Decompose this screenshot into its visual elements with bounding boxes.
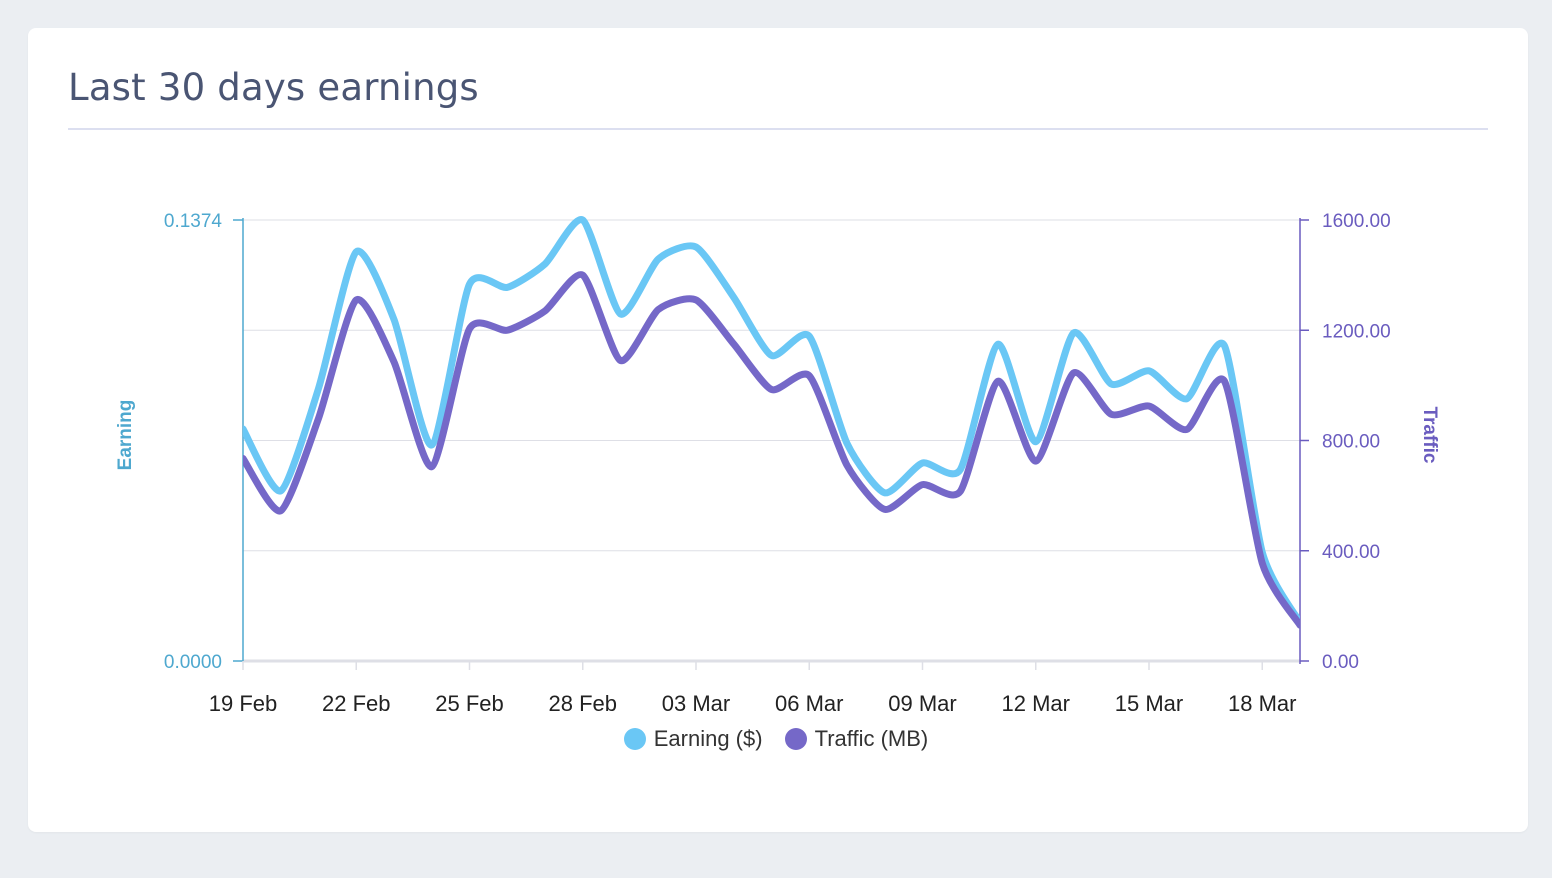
series-line-earning	[243, 216, 1300, 626]
right-tick-label: 0.00	[1322, 652, 1359, 673]
legend-label-traffic: Traffic (MB)	[814, 726, 929, 751]
left-tick-label: 0.1374	[164, 211, 223, 232]
x-tick-label: 28 Feb	[549, 691, 618, 716]
legend-marker-earning	[623, 728, 646, 750]
right-tick-label: 1600.00	[1322, 211, 1391, 232]
legend-item-traffic[interactable]: Traffic (MB)	[784, 726, 929, 752]
legend-label-earning: Earning ($)	[653, 726, 763, 751]
right-tick-label: 1200.00	[1322, 321, 1391, 342]
series-line-traffic	[243, 271, 1300, 629]
left-tick-label: 0.0000	[164, 652, 222, 673]
legend-item-earning[interactable]: Earning ($)	[623, 726, 763, 752]
x-tick-label: 22 Feb	[322, 691, 391, 716]
right-tick-label: 800.00	[1322, 432, 1380, 453]
chart-legend: Earning ($) Traffic (MB)	[0, 726, 1552, 752]
left-axis-title: Earning	[115, 400, 136, 471]
x-tick-label: 19 Feb	[209, 691, 278, 716]
right-axis-title: Traffic	[1419, 406, 1440, 463]
legend-marker-traffic	[784, 728, 807, 750]
x-tick-label: 18 Mar	[1228, 691, 1296, 716]
x-tick-label: 12 Mar	[1002, 691, 1070, 716]
x-tick-label: 06 Mar	[775, 691, 843, 716]
x-tick-label: 03 Mar	[662, 691, 730, 716]
x-tick-label: 15 Mar	[1115, 691, 1183, 716]
x-tick-label: 09 Mar	[888, 691, 956, 716]
x-tick-label: 25 Feb	[435, 691, 504, 716]
right-tick-label: 400.00	[1322, 542, 1380, 563]
